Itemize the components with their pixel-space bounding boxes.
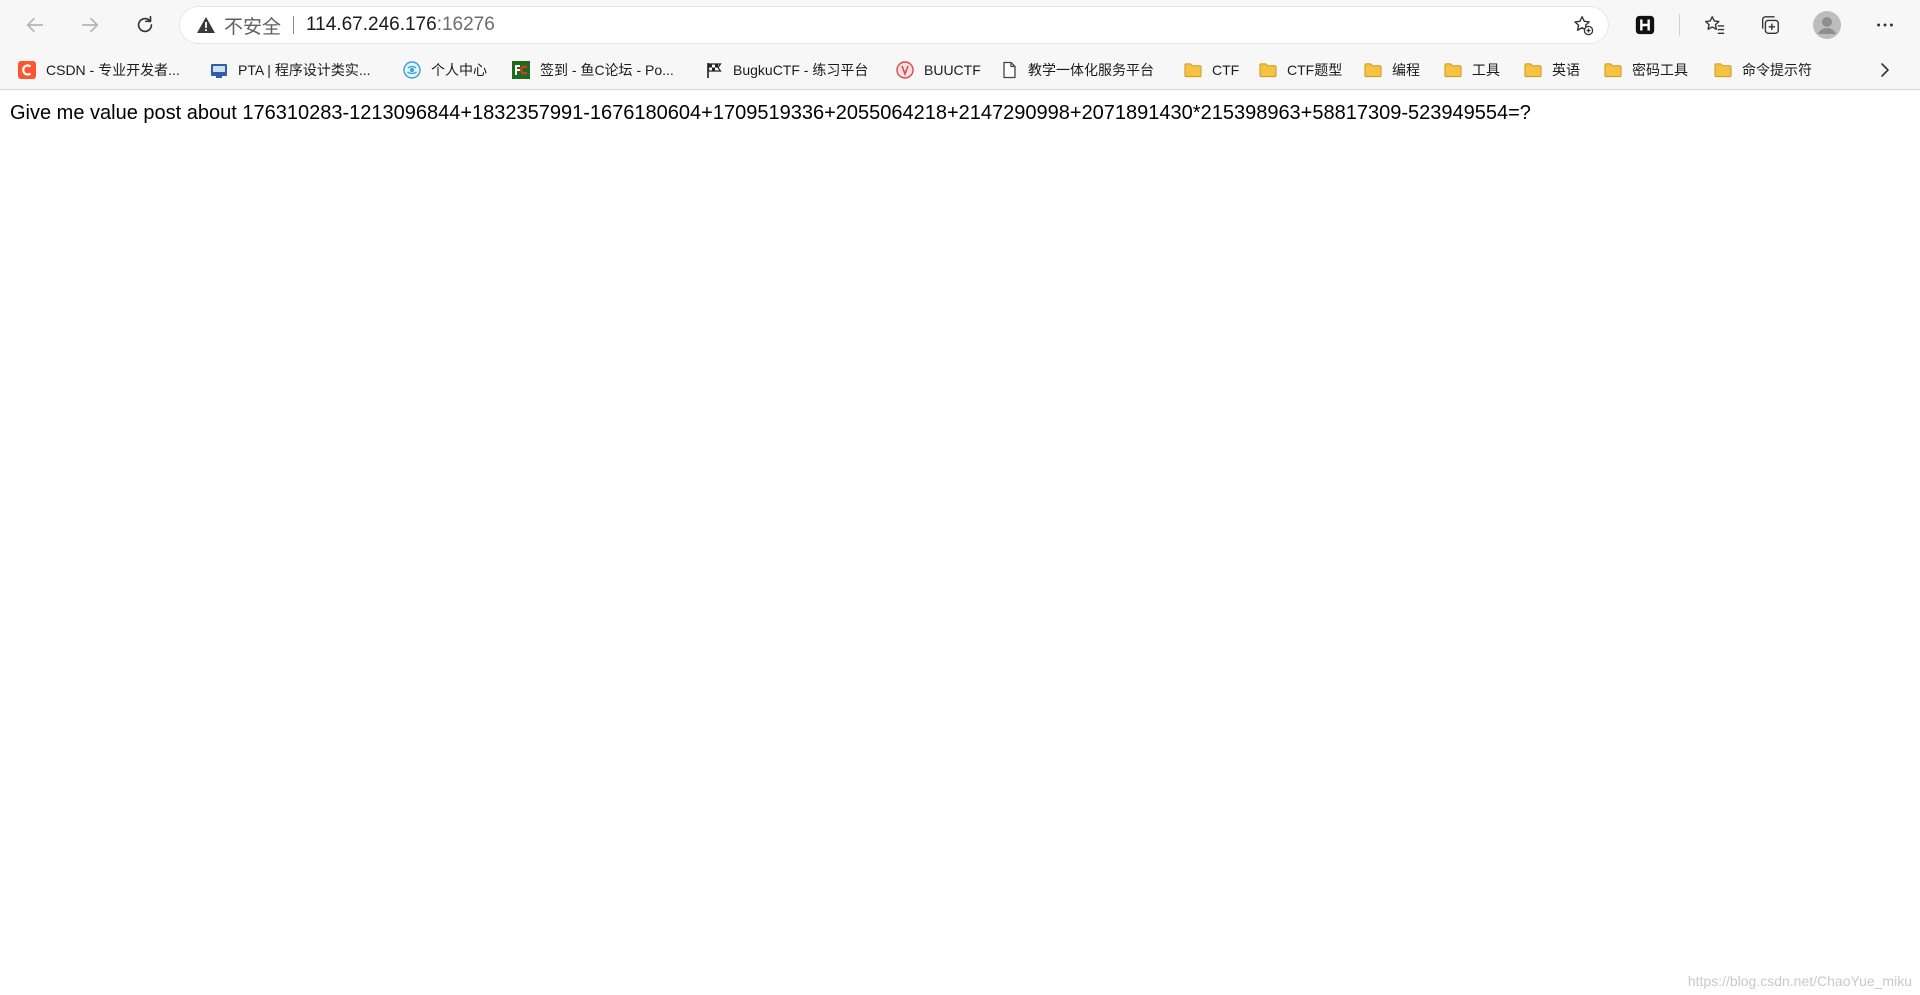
bookmark-label: 个人中心 <box>431 62 487 78</box>
bookmark-label: 编程 <box>1392 62 1420 78</box>
address-port[interactable]: :16276 <box>437 14 495 36</box>
browser-chrome: 不安全 114.67.246.176:16276 CSDN - 专业开发者... <box>0 0 1920 90</box>
bookmark-label: 命令提示符 <box>1742 62 1812 78</box>
favorites-icon <box>1704 16 1725 34</box>
fishc-icon <box>512 61 530 79</box>
folder-icon <box>1524 61 1542 79</box>
bookmark-folder-ctf-types[interactable]: CTF题型 <box>1259 56 1342 84</box>
csdn-icon <box>18 61 36 79</box>
pta-icon <box>210 61 228 79</box>
favorites-button[interactable] <box>1700 10 1730 40</box>
back-arrow-icon <box>26 17 44 33</box>
browser-toolbar: 不安全 114.67.246.176:16276 <box>0 0 1920 50</box>
refresh-icon <box>137 15 153 33</box>
buuctf-icon <box>896 61 914 79</box>
forward-button[interactable] <box>73 8 107 42</box>
folder-icon <box>1714 61 1732 79</box>
bookmark-label: 英语 <box>1552 62 1580 78</box>
bookmark-label: 教学一体化服务平台 <box>1028 62 1154 78</box>
bookmark-label: 工具 <box>1472 62 1500 78</box>
globe-icon <box>403 61 421 79</box>
bookmarks-bar: CSDN - 专业开发者... PTA | 程序设计类实... 个人中心 签到 … <box>0 50 1920 90</box>
folder-icon <box>1259 61 1277 79</box>
bookmark-fishc[interactable]: 签到 - 鱼C论坛 - Po... <box>512 56 674 84</box>
bookmark-bugkuctf[interactable]: BugkuCTF - 练习平台 <box>705 56 868 84</box>
security-label[interactable]: 不安全 <box>224 12 281 39</box>
collections-button[interactable] <box>1755 10 1785 40</box>
bookmark-label: BUUCTF <box>924 62 981 78</box>
profile-button[interactable] <box>1812 10 1842 40</box>
folder-icon <box>1364 61 1382 79</box>
bookmark-folder-programming[interactable]: 编程 <box>1364 56 1420 84</box>
bookmark-buuctf[interactable]: BUUCTF <box>896 56 981 84</box>
page-message: Give me value post about 176310283-12130… <box>10 102 1531 124</box>
address-separator <box>293 16 295 34</box>
warning-triangle-icon[interactable] <box>196 15 216 35</box>
page-icon <box>1000 61 1018 79</box>
refresh-button[interactable] <box>128 8 162 42</box>
bookmark-personal-center[interactable]: 个人中心 <box>403 56 487 84</box>
bookmark-folder-tools[interactable]: 工具 <box>1444 56 1500 84</box>
bookmarks-more-button[interactable] <box>1876 56 1894 84</box>
folder-icon <box>1184 61 1202 79</box>
bookmark-label: CTF <box>1212 62 1240 78</box>
folder-icon <box>1604 61 1622 79</box>
bookmark-label: CSDN - 专业开发者... <box>46 62 180 78</box>
bookmark-csdn[interactable]: CSDN - 专业开发者... <box>18 56 180 84</box>
bookmark-label: PTA | 程序设计类实... <box>238 62 371 78</box>
star-plus-icon[interactable] <box>1572 14 1594 36</box>
collections-icon <box>1761 16 1779 34</box>
bookmark-label: 签到 - 鱼C论坛 - Po... <box>540 62 674 78</box>
bookmark-folder-english[interactable]: 英语 <box>1524 56 1580 84</box>
bookmark-teaching-platform[interactable]: 教学一体化服务平台 <box>1000 56 1154 84</box>
h-extension-button[interactable] <box>1630 10 1660 40</box>
bookmark-folder-cmd[interactable]: 命令提示符 <box>1714 56 1812 84</box>
address-bar[interactable]: 不安全 114.67.246.176:16276 <box>180 7 1608 43</box>
h-extension-icon <box>1635 15 1655 35</box>
flag-icon <box>705 61 723 79</box>
bookmark-label: BugkuCTF - 练习平台 <box>733 62 869 78</box>
more-button[interactable] <box>1870 10 1900 40</box>
profile-avatar-icon <box>1813 11 1841 39</box>
address-host[interactable]: 114.67.246.176 <box>306 14 437 36</box>
ellipsis-icon <box>1877 23 1893 27</box>
bookmark-label: 密码工具 <box>1632 62 1688 78</box>
back-button[interactable] <box>18 8 52 42</box>
watermark: https://blog.csdn.net/ChaoYue_miku <box>1687 973 1912 989</box>
forward-arrow-icon <box>81 17 99 33</box>
bookmark-pta[interactable]: PTA | 程序设计类实... <box>210 56 371 84</box>
folder-icon <box>1444 61 1462 79</box>
bookmark-folder-ctf[interactable]: CTF <box>1184 56 1239 84</box>
bookmark-label: CTF题型 <box>1287 62 1343 78</box>
bookmark-folder-crypto-tools[interactable]: 密码工具 <box>1604 56 1688 84</box>
toolbar-divider <box>1679 14 1680 36</box>
chevron-right-icon <box>1881 63 1889 77</box>
